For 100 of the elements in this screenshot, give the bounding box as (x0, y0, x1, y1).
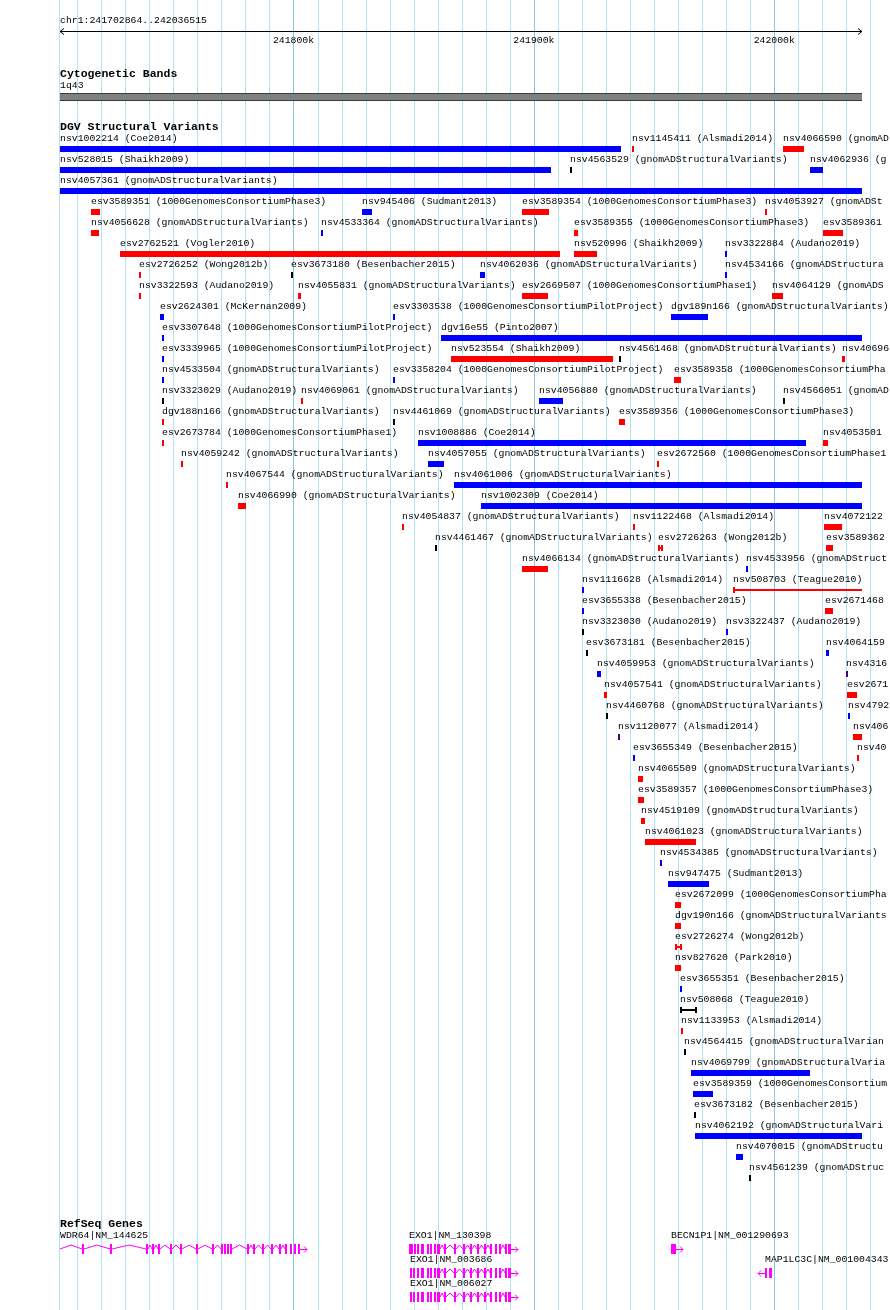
variant-label: esv3589359 (1000GenomesConsortium (693, 1078, 887, 1090)
gene-model[interactable] (757, 1268, 772, 1278)
variant-bar[interactable] (418, 440, 806, 446)
variant-bar[interactable] (604, 692, 607, 698)
variant-bar[interactable] (826, 545, 833, 551)
variant-bar[interactable] (60, 146, 621, 152)
variant-label: nsv4061023 (gnomADStructuralVariants) (645, 826, 863, 838)
variant-label: nsv4057055 (gnomADStructuralVariants) (428, 448, 646, 460)
variant-label: nsv4065509 (gnomADStructuralVariants) (638, 763, 856, 775)
gene-model[interactable] (410, 1268, 519, 1278)
gene-model[interactable] (671, 1244, 684, 1254)
gene-model[interactable] (410, 1292, 519, 1302)
variant-label: nsv1002309 (Coe2014) (481, 490, 599, 502)
variant-label: esv3589357 (1000GenomesConsortiumPhase3) (638, 784, 874, 796)
gene-label: BECN1P1|NM_001290693 (671, 1230, 789, 1242)
variant-bar[interactable] (238, 503, 246, 509)
variant-bar[interactable] (638, 797, 644, 803)
scale-label: 241800k (272, 35, 315, 47)
variant-label: nsv406 (853, 721, 889, 733)
gene-model[interactable] (409, 1244, 519, 1254)
variant-bar[interactable] (810, 167, 823, 173)
variant-bar[interactable] (783, 146, 804, 152)
variant-bar[interactable] (522, 209, 549, 215)
variant-bar[interactable] (641, 818, 645, 824)
variant-label: nsv4461069 (gnomADStructuralVariants) (393, 406, 611, 418)
variant-label: nsv4066590 (gnomAD (783, 133, 889, 145)
variant-bar[interactable] (362, 209, 372, 215)
variant-label: nsv4066134 (gnomADStructuralVariants) (522, 553, 740, 565)
variant-bar[interactable] (823, 440, 828, 446)
variant-label: esv3673180 (Besenbacher2015) (291, 259, 456, 271)
variant-bar[interactable] (60, 167, 551, 173)
variant-bar[interactable] (428, 461, 444, 467)
variant-bar[interactable] (826, 650, 829, 656)
variant-label: nsv4519109 (gnomADStructuralVariants) (641, 805, 859, 817)
variant-bar[interactable] (847, 692, 857, 698)
variant-bar[interactable] (825, 608, 833, 614)
variant-label: esv3589355 (1000GenomesConsortiumPhase3) (574, 217, 810, 229)
gene-label: EXO1|NM_003686 (410, 1254, 493, 1266)
variant-bar[interactable] (522, 293, 548, 299)
variant-bar[interactable] (675, 902, 681, 908)
variant-bar[interactable] (480, 272, 485, 278)
variant-bar[interactable] (674, 377, 681, 383)
variant-label: nsv40696 (842, 343, 890, 355)
variant-bar[interactable] (693, 1091, 713, 1097)
variant-bar[interactable] (842, 356, 845, 362)
variant-label: esv2726274 (Wong2012b) (675, 931, 805, 943)
variant-bar[interactable] (736, 1154, 743, 1160)
variant-bar[interactable] (619, 419, 625, 425)
track-title: Cytogenetic Bands (60, 68, 178, 80)
variant-bar[interactable] (522, 566, 548, 572)
variant-label: nsv3323030 (Audano2019) (582, 616, 718, 628)
variant-label: nsv3322593 (Audano2019) (139, 280, 275, 292)
variant-label: dgv189n166 (gnomADStructuralVariants) (671, 301, 889, 313)
variant-bar[interactable] (451, 356, 613, 362)
variant-bar[interactable] (597, 671, 601, 677)
variant-label: esv3339965 (1000GenomesConsortiumPilotProject) (162, 343, 433, 355)
variant-label: nsv4561468 (gnomADStructuralVariants) (619, 343, 837, 355)
variant-bar[interactable] (298, 293, 301, 299)
variant-bar[interactable] (691, 1070, 810, 1076)
variant-bar[interactable] (441, 335, 862, 341)
variant-bar[interactable] (454, 482, 862, 488)
variant-bar[interactable] (772, 293, 783, 299)
variant-label: nsv945406 (Sudmant2013) (362, 196, 498, 208)
variant-label: esv3358204 (1000GenomesConsortiumPilotProject) (393, 364, 664, 376)
location-label: chr1:241702864..242036515 (60, 15, 207, 27)
variant-bar[interactable] (481, 503, 862, 509)
gene-label: EXO1|NM_130398 (409, 1230, 492, 1242)
variant-bar[interactable] (823, 230, 843, 236)
variant-bar[interactable] (824, 524, 842, 530)
variant-bar[interactable] (695, 1133, 862, 1139)
variant-bar[interactable] (675, 965, 681, 971)
scale-label: 241900k (513, 35, 555, 47)
track-title: RefSeq Genes (60, 1218, 143, 1230)
variant-label: nsv4062936 (g (810, 154, 887, 166)
variant-bar[interactable] (120, 251, 560, 257)
variant-bar[interactable] (574, 230, 578, 236)
variant-bar[interactable] (60, 188, 862, 194)
gene-model[interactable] (59, 1244, 308, 1254)
variant-bar[interactable] (638, 776, 643, 782)
variant-bar[interactable] (675, 923, 681, 929)
variant-bar[interactable] (574, 251, 597, 257)
variant-label: nsv3323029 (Audano2019) (162, 385, 298, 397)
variant-label: esv2726252 (Wong2012b) (139, 259, 269, 271)
variant-label: esv3655338 (Besenbacher2015) (582, 595, 747, 607)
variant-span[interactable] (680, 1007, 697, 1013)
variant-label: nsv1133953 (Alsmadi2014) (681, 1015, 823, 1027)
variant-bar[interactable] (853, 734, 862, 740)
variant-label: esv3673182 (Besenbacher2015) (694, 1099, 859, 1111)
variant-bar[interactable] (668, 881, 709, 887)
variant-label: nsv4062036 (gnomADStructuralVariants) (480, 259, 698, 271)
variant-label: nsv4061006 (gnomADStructuralVariants) (454, 469, 672, 481)
variant-bar[interactable] (91, 209, 100, 215)
variant-bar[interactable] (645, 839, 696, 845)
variant-bar[interactable] (671, 314, 708, 320)
variant-bar[interactable] (539, 398, 563, 404)
chromosome-band[interactable] (60, 93, 862, 101)
variant-label: esv3589361 (823, 217, 882, 229)
variant-label: nsv4054837 (gnomADStructuralVariants) (402, 511, 620, 523)
variant-label: esv3589354 (1000GenomesConsortiumPhase3) (522, 196, 758, 208)
variant-bar[interactable] (91, 230, 99, 236)
